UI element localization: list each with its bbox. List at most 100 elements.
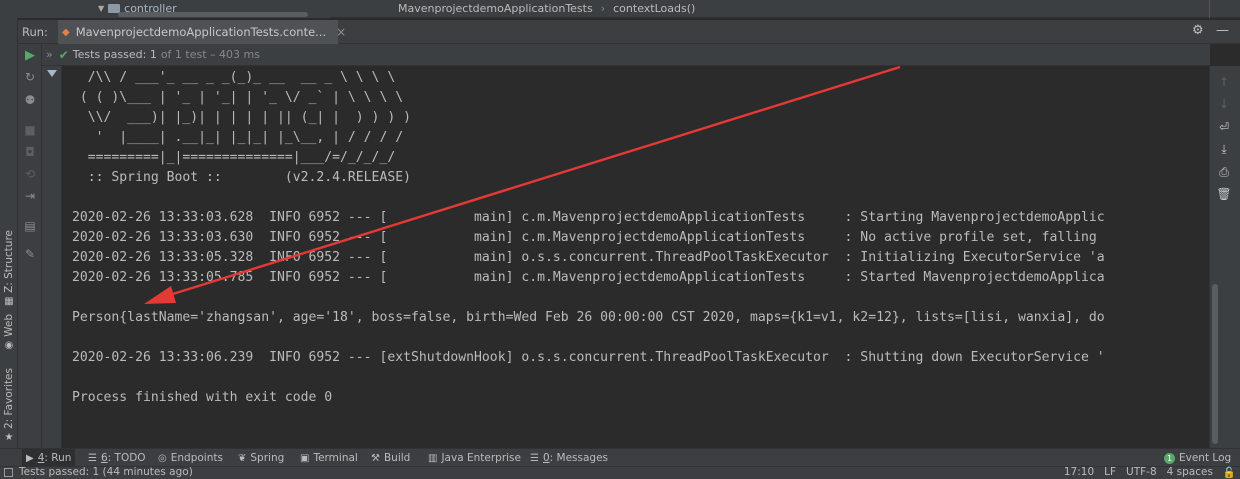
spring-leaf-icon: ❦ (238, 452, 247, 464)
restore-layout-icon[interactable]: ⟲ (22, 166, 38, 182)
breadcrumb-method[interactable]: contextLoads() (613, 2, 695, 15)
gear-icon[interactable]: ⚙ (1192, 23, 1204, 38)
tab-run-label: 4: Run (37, 452, 72, 464)
log-line: 2020-02-26 13:33:05.328 INFO 6952 --- [ … (72, 250, 1105, 265)
endpoints-icon: ◎ (158, 452, 167, 464)
arrow-down-icon[interactable]: ↓ (1216, 96, 1232, 112)
tab-event-log[interactable]: 1 Event Log (1160, 449, 1235, 467)
tab-todo-label: 6: TODO (100, 452, 146, 464)
run-icon: ▶ (26, 452, 34, 464)
rerun-failed-icon[interactable]: ↻ (22, 69, 38, 85)
project-tree-pane: ▼ controller (0, 0, 330, 18)
breadcrumb: MavenprojectdemoApplicationTests › conte… (398, 2, 695, 15)
log-line: 2020-02-26 13:33:03.630 INFO 6952 --- [ … (72, 230, 1105, 245)
tab-terminal-label: Terminal (313, 452, 358, 464)
log-line: 2020-02-26 13:33:06.239 INFO 6952 --- [e… (72, 350, 1105, 365)
tab-terminal[interactable]: ▣ Terminal (296, 449, 362, 467)
scroll-to-end-icon[interactable]: ⤓ (1216, 141, 1232, 157)
banner-line: ' |____| .__|_| |_|_| |_\__, | / / / / (72, 130, 404, 145)
tab-messages-label: 0: Messages (542, 452, 609, 464)
banner-line: ( ( )\___ | '_ | '_| | '_ \/ _` | \ \ \ … (72, 90, 404, 105)
test-status-bar: » ✔ Tests passed: 1 of 1 test – 403 ms (42, 44, 1210, 66)
console-output[interactable]: /\\ / ___'_ __ _ _(_)_ __ __ _ \ \ \ \ (… (63, 66, 1209, 448)
tab-build[interactable]: ⚒ Build (367, 449, 414, 467)
side-tab-web-label: Web (3, 314, 15, 337)
breadcrumb-separator: › (600, 2, 606, 15)
exit-icon[interactable]: ⇥ (22, 188, 38, 204)
run-tab[interactable]: ◆ MavenprojectdemoApplicationTests.conte… (58, 20, 346, 44)
pin-icon[interactable]: ✎ (22, 246, 38, 262)
tab-java-enterprise[interactable]: ▥ Java Enterprise (424, 449, 525, 467)
terminal-icon: ▣ (300, 452, 310, 464)
side-tab-favorites-label: 2: Favorites (3, 368, 15, 429)
expand-icon[interactable]: » (46, 48, 53, 61)
trash-icon[interactable]: 🗑 (1216, 186, 1232, 202)
exit-line: Process finished with exit code 0 (72, 390, 333, 405)
side-tab-favorites[interactable]: 2: Favorites ★ (0, 368, 18, 443)
status-bar: Tests passed: 1 (44 minutes ago) 17:10 L… (0, 466, 1240, 479)
divider (1209, 0, 1210, 18)
tab-todo[interactable]: ☰ 6: TODO (84, 449, 150, 467)
arrow-up-icon[interactable]: ↑ (1216, 74, 1232, 90)
tree-scrollbar[interactable] (118, 12, 308, 17)
status-message[interactable]: Tests passed: 1 (44 minutes ago) (19, 466, 193, 478)
layout-icon[interactable]: ▤ (22, 218, 38, 234)
console-toolbar: ↑ ↓ ⏎ ⤓ ⎙ 🗑 (1209, 66, 1240, 448)
tab-endpoints-label: Endpoints (170, 452, 223, 464)
console-scrollbar[interactable] (1212, 284, 1218, 444)
chevron-down-icon[interactable]: ▼ (98, 4, 104, 13)
debug-icon[interactable]: ⚉ (22, 92, 38, 108)
banner-line: /\\ / ___'_ __ _ _(_)_ __ __ _ \ \ \ \ (72, 70, 396, 85)
person-output-line: Person{lastName='zhangsan', age='18', bo… (72, 310, 1105, 325)
structure-icon: ▦ (4, 295, 14, 307)
log-line: 2020-02-26 13:33:05.785 INFO 6952 --- [ … (72, 270, 1105, 285)
tool-window-toggle-icon[interactable] (4, 467, 13, 477)
bottom-tool-tabs: ▶ 4: Run ☰ 6: TODO ◎ Endpoints ❦ Spring … (0, 448, 1240, 467)
tab-event-log-label: Event Log (1179, 452, 1232, 464)
tab-endpoints[interactable]: ◎ Endpoints (154, 449, 227, 467)
messages-icon: ☰ (530, 452, 539, 464)
editor-top-strip: ▼ controller MavenprojectdemoApplication… (0, 0, 1240, 18)
lock-icon[interactable]: 🔓 (1223, 466, 1236, 479)
test-tree-strip (42, 66, 62, 448)
run-toolbar: ▶ ↻ ⚉ ■ ◘ ⟲ ⇥ ▤ ✎ (18, 44, 42, 448)
tests-summary-text: of 1 test – 403 ms (160, 48, 260, 61)
print-icon[interactable]: ⎙ (1216, 164, 1232, 180)
web-icon: ◉ (4, 339, 14, 351)
check-icon: ✔ (58, 47, 69, 62)
left-tool-strip: Z: Structure ▦ Web ◉ 2: Favorites ★ (0, 18, 18, 448)
event-log-badge: 1 (1164, 452, 1175, 464)
soft-wrap-icon[interactable]: ⏎ (1216, 119, 1232, 135)
run-tab-title: MavenprojectdemoApplicationTests.conte..… (75, 25, 327, 39)
side-tab-structure-label: Z: Structure (3, 230, 15, 293)
close-icon[interactable]: × (336, 25, 346, 39)
tab-messages[interactable]: ☰ 0: Messages (526, 449, 612, 467)
stop-icon[interactable]: ■ (22, 122, 38, 138)
run-icon[interactable]: ▶ (22, 47, 38, 63)
side-tab-web[interactable]: Web ◉ (0, 314, 18, 351)
banner-line: \\/ ___)| |_)| | | | | || (_| | ) ) ) ) (72, 110, 411, 125)
tab-build-label: Build (383, 452, 411, 464)
banner-line: =========|_|==============|___/=/_/_/_/ (72, 150, 396, 165)
run-label: Run: (22, 25, 48, 39)
tab-spring-label: Spring (250, 452, 285, 464)
list-icon: ☰ (88, 452, 97, 464)
star-icon: ★ (4, 432, 14, 443)
caret-position[interactable]: 17:10 (1064, 466, 1094, 479)
log-line: 2020-02-26 13:33:03.628 INFO 6952 --- [ … (72, 210, 1105, 225)
minimize-icon[interactable]: — (1216, 23, 1229, 38)
java-enterprise-icon: ▥ (428, 452, 438, 464)
collapse-triangle-icon[interactable] (47, 70, 57, 77)
file-encoding[interactable]: UTF-8 (1126, 466, 1157, 479)
side-tab-structure[interactable]: Z: Structure ▦ (0, 230, 18, 307)
tab-spring[interactable]: ❦ Spring (234, 449, 288, 467)
tab-java-enterprise-label: Java Enterprise (441, 452, 521, 464)
breadcrumb-class[interactable]: MavenprojectdemoApplicationTests (398, 2, 593, 15)
indent-setting[interactable]: 4 spaces (1167, 466, 1213, 479)
test-run-icon: ◆ (62, 26, 70, 38)
tab-run[interactable]: ▶ 4: Run (22, 449, 76, 467)
banner-line: :: Spring Boot :: (v2.2.4.RELEASE) (72, 170, 411, 185)
camera-icon[interactable]: ◘ (22, 144, 38, 160)
line-separator[interactable]: LF (1104, 466, 1116, 479)
tests-passed-text: Tests passed: 1 (72, 48, 157, 61)
